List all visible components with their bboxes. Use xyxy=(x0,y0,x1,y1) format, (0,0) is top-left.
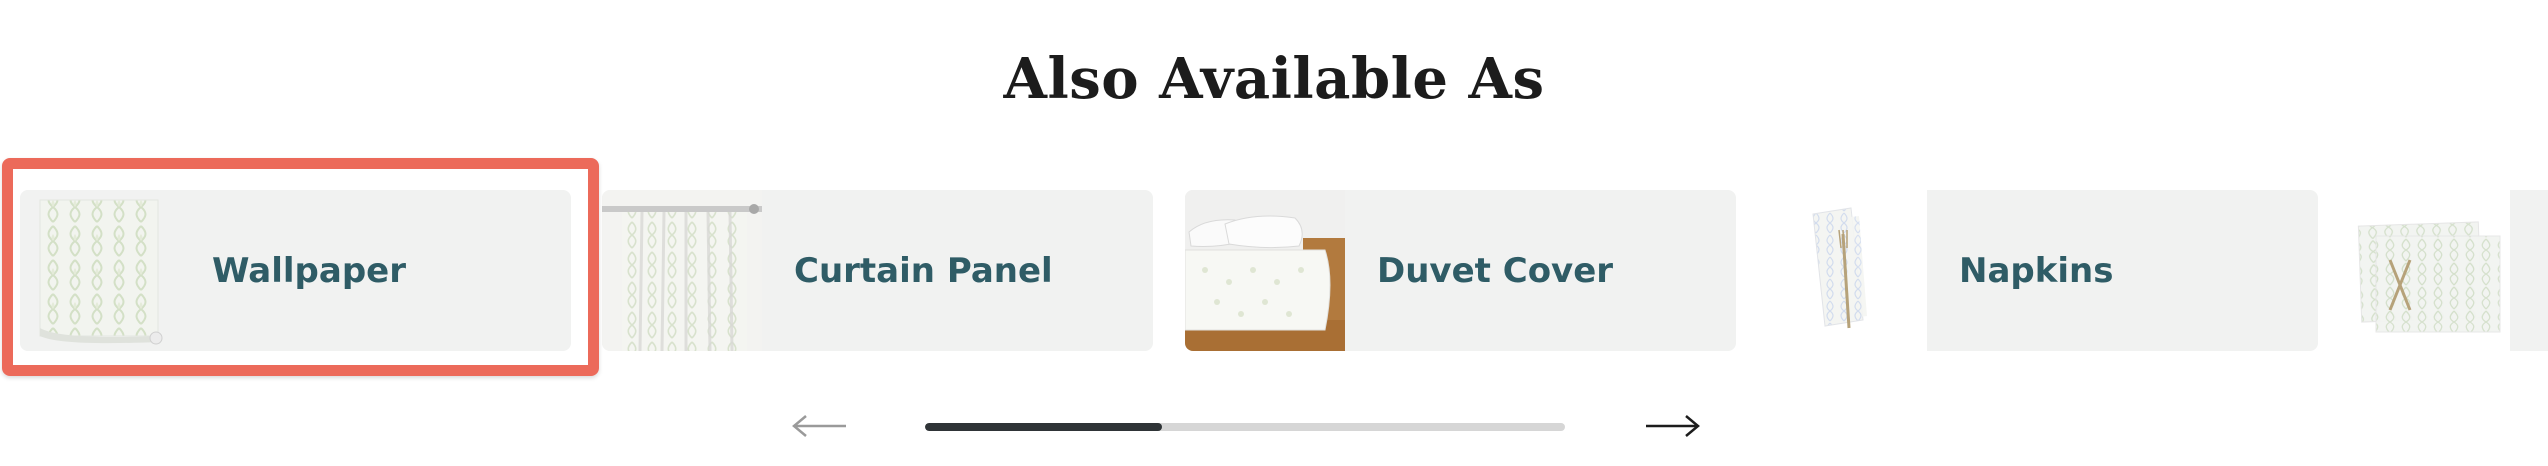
duvet-cover-icon xyxy=(1185,190,1345,351)
product-label-box: Wallpaper xyxy=(180,190,571,351)
product-label-box: Napkins xyxy=(1927,190,2318,351)
product-label-box: Duvet Cover xyxy=(1345,190,1736,351)
carousel-next-button[interactable] xyxy=(1636,406,1708,446)
product-card-curtain-panel[interactable]: Curtain Panel xyxy=(602,190,1153,351)
product-card-wallpaper[interactable]: Wallpaper xyxy=(20,190,571,351)
wallpaper-roll-icon xyxy=(20,190,180,351)
product-carousel: Wallpaper Curtain Panel Duvet Cover Napk… xyxy=(0,0,2548,466)
product-label-box xyxy=(2510,190,2548,351)
carousel-scrollbar[interactable] xyxy=(925,423,1565,431)
curtain-panel-icon xyxy=(602,190,762,351)
product-label: Napkins xyxy=(1959,250,2114,291)
arrow-right-icon xyxy=(1646,415,1700,437)
product-label: Duvet Cover xyxy=(1377,250,1614,291)
arrow-left-icon xyxy=(792,415,846,437)
product-card-duvet-cover[interactable]: Duvet Cover xyxy=(1185,190,1736,351)
napkins-icon xyxy=(1767,190,1927,351)
product-card-partial[interactable] xyxy=(2350,190,2548,351)
also-available-section: Also Available As Wallpaper Curtain Pane… xyxy=(0,0,2548,466)
carousel-prev-button[interactable] xyxy=(784,406,856,446)
carousel-scrollbar-thumb[interactable] xyxy=(925,423,1162,431)
product-label: Curtain Panel xyxy=(794,250,1053,291)
product-label-box: Curtain Panel xyxy=(762,190,1153,351)
placemats-icon xyxy=(2350,190,2510,351)
product-card-napkins[interactable]: Napkins xyxy=(1767,190,2318,351)
product-label: Wallpaper xyxy=(212,250,406,291)
